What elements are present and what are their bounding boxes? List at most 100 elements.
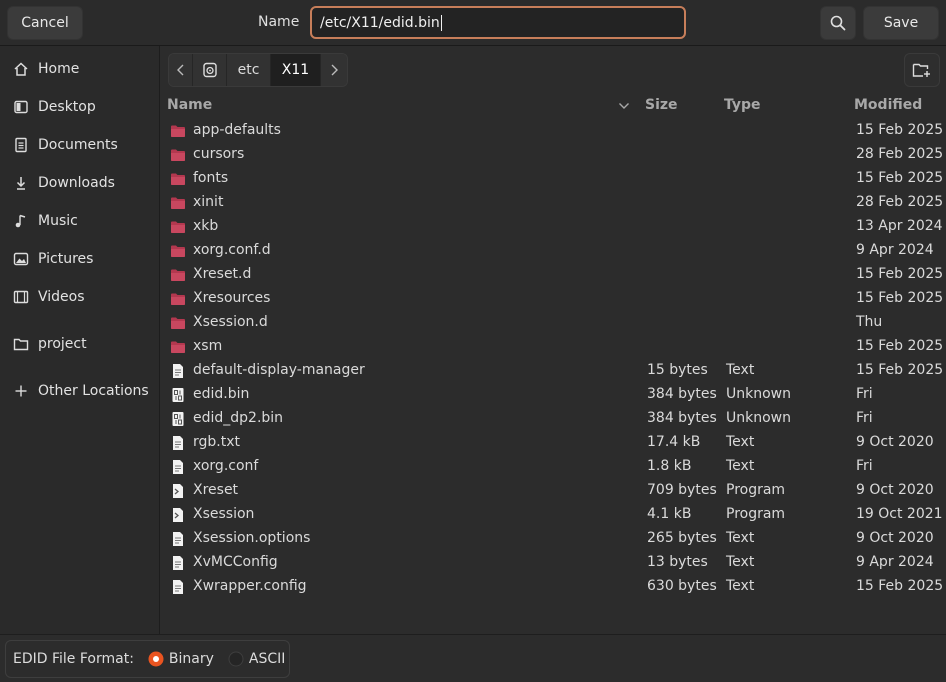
file-row[interactable]: xsm 15 Feb 2025 bbox=[161, 335, 946, 359]
sidebar-item-documents[interactable]: Documents bbox=[0, 129, 160, 161]
sidebar-item-music[interactable]: Music bbox=[0, 205, 160, 237]
sidebar-item-label: Desktop bbox=[38, 99, 96, 115]
radio-ascii[interactable]: ASCII bbox=[228, 651, 286, 667]
file-name: Xreset.d bbox=[193, 266, 252, 282]
column-header-type[interactable]: Type bbox=[724, 97, 761, 113]
path-root-button[interactable] bbox=[193, 54, 227, 86]
sidebar-item-project[interactable]: project bbox=[0, 328, 160, 360]
format-label: EDID File Format: bbox=[13, 651, 134, 667]
file-modified: 9 Oct 2020 bbox=[856, 530, 934, 546]
file-row[interactable]: Xreset 709 bytes Program 9 Oct 2020 bbox=[161, 479, 946, 503]
file-name: fonts bbox=[193, 170, 229, 186]
sidebar-item-label: project bbox=[38, 336, 87, 352]
file-size: 630 bytes bbox=[647, 578, 717, 594]
text-file-icon bbox=[170, 459, 186, 475]
file-modified: 15 Feb 2025 bbox=[856, 362, 944, 378]
downloads-icon bbox=[12, 174, 30, 192]
file-type: Program bbox=[726, 506, 786, 522]
sidebar-item-downloads[interactable]: Downloads bbox=[0, 167, 160, 199]
search-button[interactable] bbox=[820, 6, 856, 40]
file-row[interactable]: Xsession.d Thu bbox=[161, 311, 946, 335]
path-segment-etc[interactable]: etc bbox=[227, 54, 271, 86]
file-modified: 9 Apr 2024 bbox=[856, 554, 934, 570]
path-back-button[interactable] bbox=[169, 54, 193, 86]
text-file-icon bbox=[170, 579, 186, 595]
column-header-size[interactable]: Size bbox=[645, 97, 678, 113]
radio-binary[interactable]: Binary bbox=[148, 651, 214, 667]
path-forward-button[interactable] bbox=[321, 54, 347, 86]
file-name: rgb.txt bbox=[193, 434, 240, 450]
videos-icon bbox=[12, 288, 30, 306]
radio-label: ASCII bbox=[248, 651, 286, 667]
file-size: 4.1 kB bbox=[647, 506, 692, 522]
file-modified: Thu bbox=[856, 314, 883, 330]
file-list: app-defaults 15 Feb 2025 cursors 28 Feb 202… bbox=[161, 119, 946, 599]
file-type: Unknown bbox=[726, 410, 791, 426]
sort-chevron-down-icon[interactable] bbox=[618, 101, 630, 111]
file-row[interactable]: Xsession 4.1 kB Program 19 Oct 2021 bbox=[161, 503, 946, 527]
sidebar-item-home[interactable]: Home bbox=[0, 53, 160, 85]
footer-bar: EDID File Format: Binary ASCII bbox=[0, 634, 946, 682]
file-name: Xreset bbox=[193, 482, 239, 498]
file-row[interactable]: Xwrapper.config 630 bytes Text 15 Feb 2025 bbox=[161, 575, 946, 599]
text-caret bbox=[440, 14, 442, 31]
save-button[interactable]: Save bbox=[863, 6, 939, 40]
file-name: edid_dp2.bin bbox=[193, 410, 284, 426]
folder-icon bbox=[170, 315, 186, 331]
file-row[interactable]: rgb.txt 17.4 kB Text 9 Oct 2020 bbox=[161, 431, 946, 455]
documents-icon bbox=[12, 136, 30, 154]
file-row[interactable]: app-defaults 15 Feb 2025 bbox=[161, 119, 946, 143]
radio-label: Binary bbox=[168, 651, 214, 667]
sidebar-item-pictures[interactable]: Pictures bbox=[0, 243, 160, 275]
sidebar-item-label: Documents bbox=[38, 137, 118, 153]
file-name: default-display-manager bbox=[193, 362, 365, 378]
cancel-button[interactable]: Cancel bbox=[7, 6, 83, 40]
search-icon bbox=[830, 15, 846, 31]
sidebar-item-label: Pictures bbox=[38, 251, 94, 267]
file-row[interactable]: xorg.conf.d 9 Apr 2024 bbox=[161, 239, 946, 263]
file-row[interactable]: Xreset.d 15 Feb 2025 bbox=[161, 263, 946, 287]
text-file-icon bbox=[170, 435, 186, 451]
file-modified: Fri bbox=[856, 386, 873, 402]
filename-input[interactable]: /etc/X11/edid.bin bbox=[310, 6, 686, 39]
file-row[interactable]: cursors 28 Feb 2025 bbox=[161, 143, 946, 167]
file-row[interactable]: edid_dp2.bin 384 bytes Unknown Fri bbox=[161, 407, 946, 431]
file-name: xorg.conf bbox=[193, 458, 259, 474]
path-segment-x11[interactable]: X11 bbox=[271, 54, 321, 86]
file-size: 384 bytes bbox=[647, 386, 717, 402]
file-modified: 9 Oct 2020 bbox=[856, 434, 934, 450]
file-modified: 15 Feb 2025 bbox=[856, 122, 944, 138]
file-row[interactable]: edid.bin 384 bytes Unknown Fri bbox=[161, 383, 946, 407]
column-header-modified[interactable]: Modified bbox=[854, 97, 922, 113]
file-row[interactable]: xinit 28 Feb 2025 bbox=[161, 191, 946, 215]
new-folder-button[interactable] bbox=[904, 53, 940, 87]
text-file-icon bbox=[170, 531, 186, 547]
file-row[interactable]: XvMCConfig 13 bytes Text 9 Apr 2024 bbox=[161, 551, 946, 575]
file-row[interactable]: default-display-manager 15 bytes Text 15 Fe… bbox=[161, 359, 946, 383]
file-name: xsm bbox=[193, 338, 223, 354]
file-row[interactable]: Xresources 15 Feb 2025 bbox=[161, 287, 946, 311]
sidebar-item-label: Other Locations bbox=[38, 383, 149, 399]
script-file-icon bbox=[170, 483, 186, 499]
file-modified: Fri bbox=[856, 458, 873, 474]
column-header-name[interactable]: Name bbox=[167, 97, 212, 113]
file-type: Text bbox=[726, 362, 755, 378]
file-modified: 19 Oct 2021 bbox=[856, 506, 943, 522]
file-size: 709 bytes bbox=[647, 482, 717, 498]
binary-file-icon bbox=[170, 387, 186, 403]
folder-icon bbox=[170, 123, 186, 139]
file-size: 384 bytes bbox=[647, 410, 717, 426]
text-file-icon bbox=[170, 555, 186, 571]
sidebar-item-desktop[interactable]: Desktop bbox=[0, 91, 160, 123]
sidebar-item-label: Downloads bbox=[38, 175, 115, 191]
folder-icon bbox=[170, 243, 186, 259]
file-row[interactable]: xorg.conf 1.8 kB Text Fri bbox=[161, 455, 946, 479]
sidebar-item-videos[interactable]: Videos bbox=[0, 281, 160, 313]
file-type: Program bbox=[726, 482, 786, 498]
file-row[interactable]: fonts 15 Feb 2025 bbox=[161, 167, 946, 191]
folder-icon bbox=[170, 267, 186, 283]
file-row[interactable]: Xsession.options 265 bytes Text 9 Oct 2020 bbox=[161, 527, 946, 551]
sidebar-item-other-locations[interactable]: Other Locations bbox=[0, 375, 160, 407]
plus-icon bbox=[12, 382, 30, 400]
file-row[interactable]: xkb 13 Apr 2024 bbox=[161, 215, 946, 239]
